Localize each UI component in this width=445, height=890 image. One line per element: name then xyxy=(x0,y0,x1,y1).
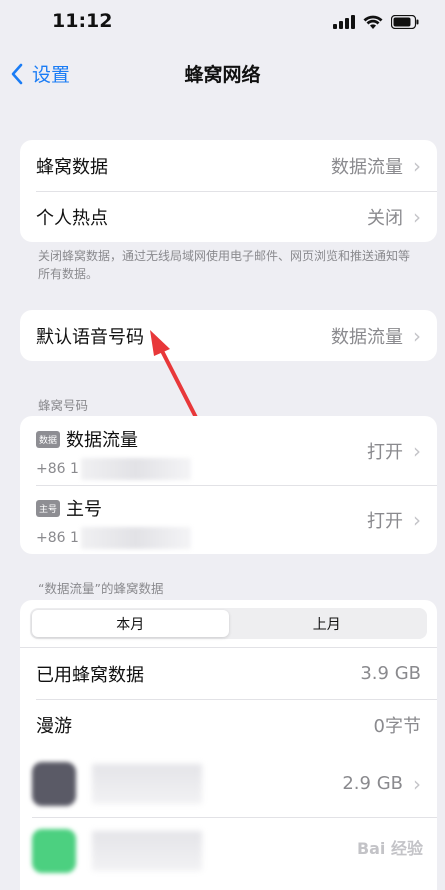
sim-section-label: 蜂窝号码 xyxy=(38,398,89,413)
redacted-blur xyxy=(80,527,191,549)
segment-this-month[interactable]: 本月 xyxy=(32,610,229,637)
row-value: 数据流量 xyxy=(331,156,403,178)
wifi-icon xyxy=(363,15,383,29)
row-label: 蜂窝数据 xyxy=(36,156,108,178)
cellular-data-row[interactable]: 蜂窝数据 数据流量 › xyxy=(20,140,437,191)
sim-badge: 数据 xyxy=(36,430,61,448)
default-voice-group: 默认语音号码 数据流量 › xyxy=(20,310,437,361)
sim-status: 打开 xyxy=(367,511,403,532)
usage-section-label: “数据流量”的蜂窝数据 xyxy=(38,581,164,596)
chevron-right-icon: › xyxy=(413,439,421,463)
page-title: 蜂窝网络 xyxy=(184,64,261,86)
battery-icon xyxy=(391,15,419,29)
sim-status: 打开 xyxy=(367,442,403,463)
redacted-blur xyxy=(80,458,191,480)
redacted-app-name xyxy=(92,763,202,804)
sim-row-data[interactable]: 数据 数据流量 +86 1 打开 › xyxy=(20,416,437,485)
status-time: 11:12 xyxy=(52,10,113,32)
row-value: 关闭 xyxy=(367,207,403,229)
sim-group: 数据 数据流量 +86 1 打开 › 主号 主号 +86 1 打开 › xyxy=(20,416,437,554)
app-usage-value: 2.9 GB xyxy=(342,773,403,794)
sim-number: +86 1 xyxy=(36,461,79,477)
app-icon xyxy=(32,761,76,806)
app-usage-row[interactable]: 2.9 GB › xyxy=(20,750,437,817)
chevron-right-icon: › xyxy=(413,204,421,229)
redacted-app-name xyxy=(92,830,202,871)
app-icon xyxy=(32,828,76,873)
cellular-data-note: 关闭蜂窝数据，通过无线局域网使用电子邮件、网页浏览和推送通知等所有数据。 xyxy=(38,249,411,281)
personal-hotspot-row[interactable]: 个人热点 关闭 › xyxy=(20,191,437,242)
segment-last-month[interactable]: 上月 xyxy=(229,610,426,637)
usage-total-row: 已用蜂窝数据 3.9 GB xyxy=(20,648,437,699)
row-value: 0字节 xyxy=(373,715,421,737)
row-value: 数据流量 xyxy=(331,326,403,348)
row-label: 已用蜂窝数据 xyxy=(36,664,144,686)
sim-number: +86 1 xyxy=(36,530,79,546)
row-label: 漫游 xyxy=(36,715,72,737)
period-segmented-control: 本月 上月 xyxy=(20,600,437,648)
status-icons xyxy=(333,13,419,31)
default-voice-row[interactable]: 默认语音号码 数据流量 › xyxy=(20,310,437,361)
sim-badge: 主号 xyxy=(36,499,61,517)
chevron-right-icon: › xyxy=(413,771,421,796)
chevron-right-icon: › xyxy=(413,153,421,178)
row-label: 默认语音号码 xyxy=(36,326,144,348)
signal-icon xyxy=(333,15,355,29)
row-label: 个人热点 xyxy=(36,207,108,229)
cellular-settings-group: 蜂窝数据 数据流量 › 个人热点 关闭 › xyxy=(20,140,437,242)
sim-name: 数据流量 xyxy=(66,430,139,451)
row-value: 3.9 GB xyxy=(360,663,421,684)
chevron-right-icon: › xyxy=(413,323,421,348)
chevron-right-icon: › xyxy=(413,508,421,532)
watermark-logo: Bai 经验 xyxy=(356,839,423,858)
roaming-row: 漫游 0字节 xyxy=(20,699,437,750)
sim-row-primary[interactable]: 主号 主号 +86 1 打开 › xyxy=(20,485,437,554)
sim-name: 主号 xyxy=(66,499,103,520)
